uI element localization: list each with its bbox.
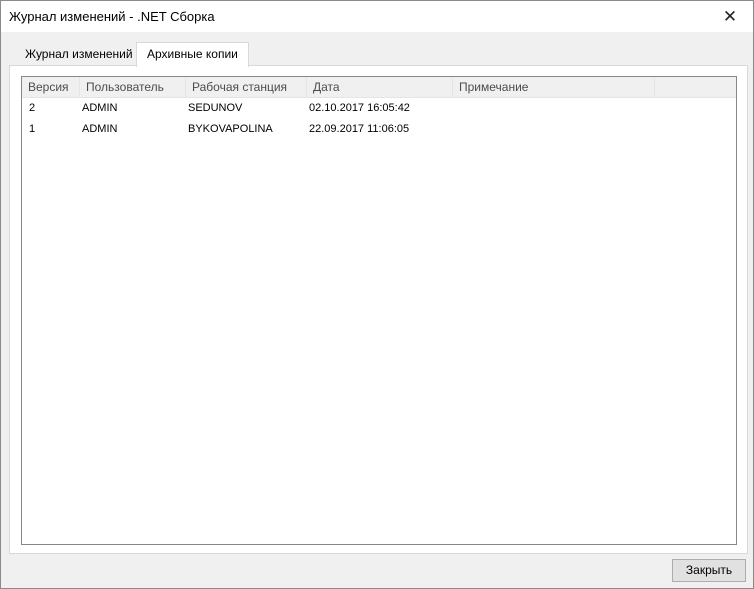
archive-list[interactable]: Версия Пользователь Рабочая станция Дата… bbox=[21, 76, 737, 545]
window-title: Журнал изменений - .NET Сборка bbox=[9, 9, 215, 24]
cell-user: ADMIN bbox=[82, 102, 118, 114]
tab-panel-archive: Версия Пользователь Рабочая станция Дата… bbox=[9, 65, 748, 554]
cell-workstation: SEDUNOV bbox=[188, 102, 243, 114]
column-header-note[interactable]: Примечание bbox=[453, 77, 655, 97]
column-header-date[interactable]: Дата bbox=[307, 77, 453, 97]
cell-workstation: BYKOVAPOLINA bbox=[188, 123, 273, 135]
table-row[interactable]: 2 ADMIN SEDUNOV 02.10.2017 16:05:42 bbox=[22, 98, 736, 119]
cell-version: 2 bbox=[29, 102, 36, 114]
cell-date: 02.10.2017 16:05:42 bbox=[309, 102, 410, 114]
list-header: Версия Пользователь Рабочая станция Дата… bbox=[22, 77, 736, 98]
cell-date: 22.09.2017 11:06:05 bbox=[309, 123, 410, 135]
cell-version: 1 bbox=[29, 123, 36, 135]
cell-user: ADMIN bbox=[82, 123, 118, 135]
close-icon[interactable]: ✕ bbox=[707, 1, 753, 32]
table-row[interactable]: 1 ADMIN BYKOVAPOLINA 22.09.2017 11:06:05 bbox=[22, 119, 736, 140]
column-header-workstation[interactable]: Рабочая станция bbox=[186, 77, 307, 97]
tab-archive-copies[interactable]: Архивные копии bbox=[136, 42, 249, 67]
dialog-window: Журнал изменений - .NET Сборка ✕ Журнал … bbox=[0, 0, 754, 589]
column-header-version[interactable]: Версия bbox=[22, 77, 80, 97]
title-bar[interactable]: Журнал изменений - .NET Сборка ✕ bbox=[1, 1, 753, 32]
tab-change-log[interactable]: Журнал изменений bbox=[15, 44, 143, 65]
column-header-user[interactable]: Пользователь bbox=[80, 77, 186, 97]
close-button[interactable]: Закрыть bbox=[672, 559, 746, 582]
